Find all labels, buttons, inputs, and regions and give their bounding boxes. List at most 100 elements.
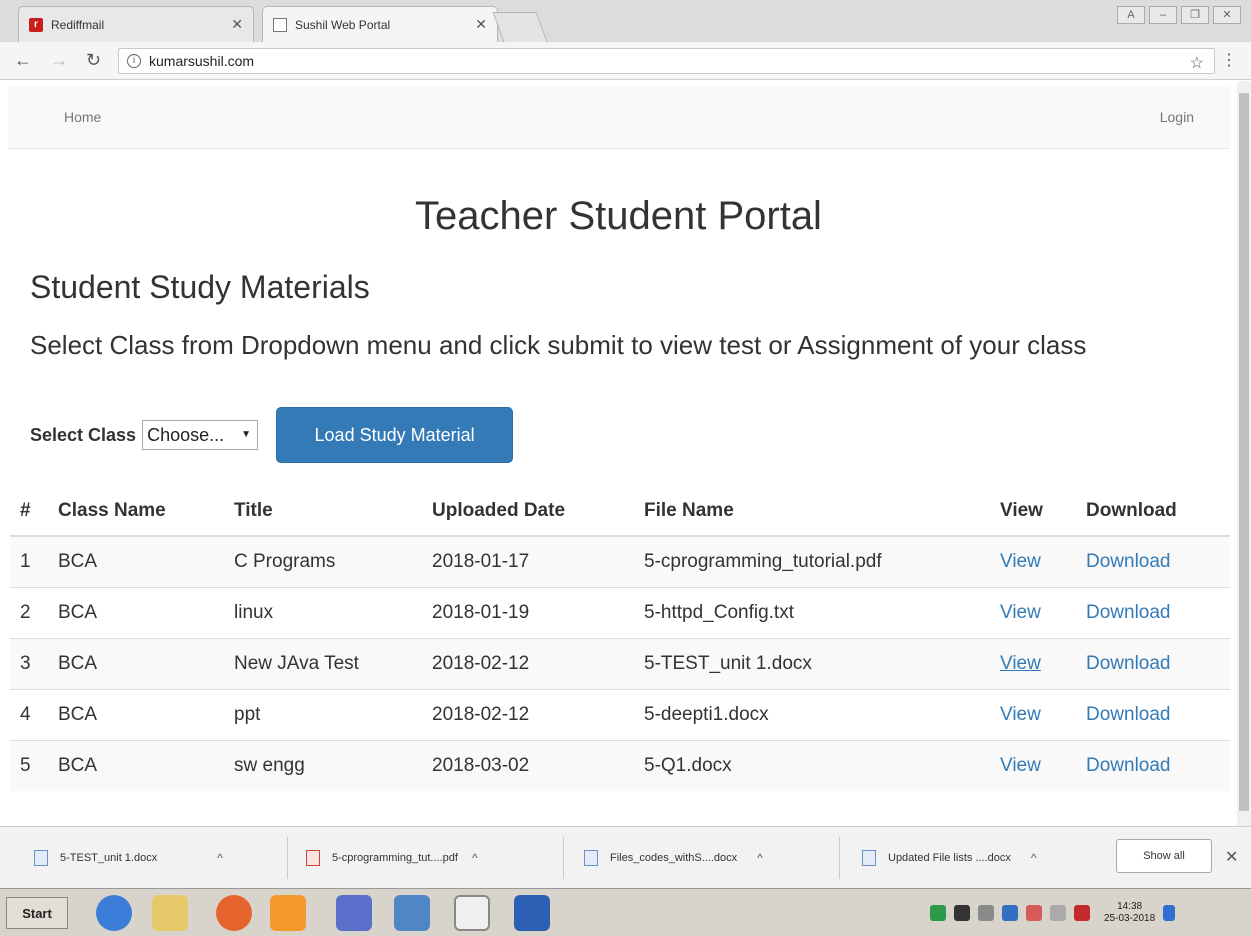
clock[interactable]: 14:38 25-03-2018 <box>1104 901 1155 925</box>
info-icon[interactable]: i <box>127 54 141 68</box>
word-document-icon <box>34 850 48 866</box>
row-number: 3 <box>10 637 48 689</box>
view-link[interactable]: View <box>1000 755 1041 776</box>
file-explorer-icon[interactable] <box>152 895 188 931</box>
download-item[interactable]: 5-cprogramming_tut....pdf ^ <box>306 827 478 889</box>
column-header-number: # <box>10 486 48 537</box>
clock-date: 25-03-2018 <box>1104 913 1156 924</box>
chrome-icon[interactable] <box>454 895 490 931</box>
tray-volume-icon[interactable] <box>1050 905 1066 921</box>
scrollbar-thumb[interactable] <box>1239 93 1249 811</box>
column-header-file-name: File Name <box>634 486 990 537</box>
page-viewport: Home Login Teacher Student Portal Studen… <box>0 81 1237 826</box>
pdf-icon <box>306 850 320 866</box>
menu-icon[interactable]: ⋮ <box>1221 50 1237 70</box>
close-shelf-icon[interactable]: ✕ <box>1225 847 1238 867</box>
chevron-up-icon[interactable]: ^ <box>757 851 763 865</box>
back-icon[interactable]: ← <box>14 50 32 71</box>
media-player-icon[interactable] <box>270 895 306 931</box>
tray-flag-icon[interactable] <box>1026 905 1042 921</box>
word-icon[interactable] <box>514 895 550 931</box>
nav-login-link[interactable]: Login <box>1160 109 1194 125</box>
chevron-up-icon[interactable]: ^ <box>1031 851 1037 865</box>
download-item[interactable]: 5-TEST_unit 1.docx ^ <box>34 827 223 889</box>
chevron-up-icon[interactable]: ^ <box>472 851 478 865</box>
site-navbar: Home Login <box>8 87 1230 149</box>
class-dropdown-value: Choose... <box>147 424 225 445</box>
row-title: New JAva Test <box>224 637 422 689</box>
row-class-name: BCA <box>48 535 224 587</box>
close-window-icon[interactable]: ✕ <box>1213 6 1241 24</box>
row-class-name: BCA <box>48 739 224 791</box>
row-uploaded-date: 2018-01-17 <box>422 535 634 587</box>
close-tab-icon[interactable]: ✕ <box>231 16 243 33</box>
row-number: 4 <box>10 688 48 740</box>
address-bar[interactable]: i kumarsushil.com ☆ <box>118 48 1215 74</box>
minimize-icon[interactable]: – <box>1149 6 1177 24</box>
download-link[interactable]: Download <box>1086 704 1171 725</box>
tray-keyboard-icon[interactable] <box>978 905 994 921</box>
divider <box>839 837 840 879</box>
row-uploaded-date: 2018-01-19 <box>422 586 634 638</box>
new-tab-button[interactable] <box>492 12 548 42</box>
tray-antivirus-icon[interactable] <box>1074 905 1090 921</box>
section-heading: Student Study Materials <box>30 269 370 305</box>
row-class-name: BCA <box>48 586 224 638</box>
page-icon <box>273 17 287 32</box>
row-class-name: BCA <box>48 688 224 740</box>
close-tab-icon[interactable]: ✕ <box>475 16 487 33</box>
word-document-icon <box>584 850 598 866</box>
reload-icon[interactable]: ↻ <box>86 50 101 71</box>
bookmark-star-icon[interactable]: ☆ <box>1190 53 1204 73</box>
taskbar: Start 14:38 25-03-2018 <box>0 888 1251 936</box>
forward-icon[interactable]: → <box>50 50 68 71</box>
row-number: 2 <box>10 586 48 638</box>
firefox-icon[interactable] <box>216 895 252 931</box>
user-icon[interactable]: A <box>1117 6 1145 24</box>
tab-strip: r Rediffmail ✕ Sushil Web Portal ✕ A – ❐… <box>0 0 1251 42</box>
download-item[interactable]: Updated File lists ....docx ^ <box>862 827 1037 889</box>
rediffmail-icon: r <box>29 17 43 32</box>
row-class-name: BCA <box>48 637 224 689</box>
nav-home-link[interactable]: Home <box>64 109 101 125</box>
download-file-name: Files_codes_withS....docx <box>610 852 738 864</box>
study-materials-table: # Class Name Title Uploaded Date File Na… <box>10 486 1230 791</box>
start-button[interactable]: Start <box>6 897 68 929</box>
class-dropdown[interactable]: Choose... ▼ <box>142 420 259 450</box>
row-file-name: 5-TEST_unit 1.docx <box>634 637 990 689</box>
internet-explorer-icon[interactable] <box>96 895 132 931</box>
show-all-button[interactable]: Show all <box>1116 839 1212 873</box>
download-link[interactable]: Download <box>1086 551 1171 572</box>
download-item[interactable]: Files_codes_withS....docx ^ <box>584 827 763 889</box>
restore-icon[interactable]: ❐ <box>1181 6 1209 24</box>
browser-toolbar: ← → ↻ i kumarsushil.com ☆ ⋮ <box>0 42 1251 80</box>
table-row: 5 BCA sw engg 2018-03-02 5-Q1.docx View … <box>10 739 1230 791</box>
download-link[interactable]: Download <box>1086 653 1171 674</box>
download-file-name: Updated File lists ....docx <box>888 852 1011 864</box>
download-link[interactable]: Download <box>1086 755 1171 776</box>
page-scrollbar[interactable] <box>1237 81 1251 826</box>
column-header-download: Download <box>1076 486 1230 537</box>
clock-time: 14:38 <box>1117 901 1143 912</box>
show-desktop-icon[interactable] <box>1163 905 1176 921</box>
view-link[interactable]: View <box>1000 551 1041 572</box>
row-file-name: 5-httpd_Config.txt <box>634 586 990 638</box>
row-file-name: 5-deepti1.docx <box>634 688 990 740</box>
url-text: kumarsushil.com <box>149 53 255 69</box>
view-link[interactable]: View <box>1000 602 1041 623</box>
tray-network-icon[interactable] <box>1002 905 1018 921</box>
row-title: ppt <box>224 688 422 740</box>
view-link[interactable]: View <box>1000 704 1041 725</box>
app-icon[interactable] <box>336 895 372 931</box>
tray-app-icon[interactable] <box>954 905 970 921</box>
word-document-icon <box>862 850 876 866</box>
view-link[interactable]: View <box>1000 653 1041 674</box>
load-study-material-button[interactable]: Load Study Material <box>276 407 514 463</box>
download-link[interactable]: Download <box>1086 602 1171 623</box>
row-title: sw engg <box>224 739 422 791</box>
tray-sync-icon[interactable] <box>930 905 946 921</box>
remote-desktop-icon[interactable] <box>394 895 430 931</box>
tab-rediffmail[interactable]: r Rediffmail ✕ <box>18 6 254 42</box>
chevron-up-icon[interactable]: ^ <box>217 851 223 865</box>
tab-sushil-web-portal[interactable]: Sushil Web Portal ✕ <box>262 6 498 42</box>
